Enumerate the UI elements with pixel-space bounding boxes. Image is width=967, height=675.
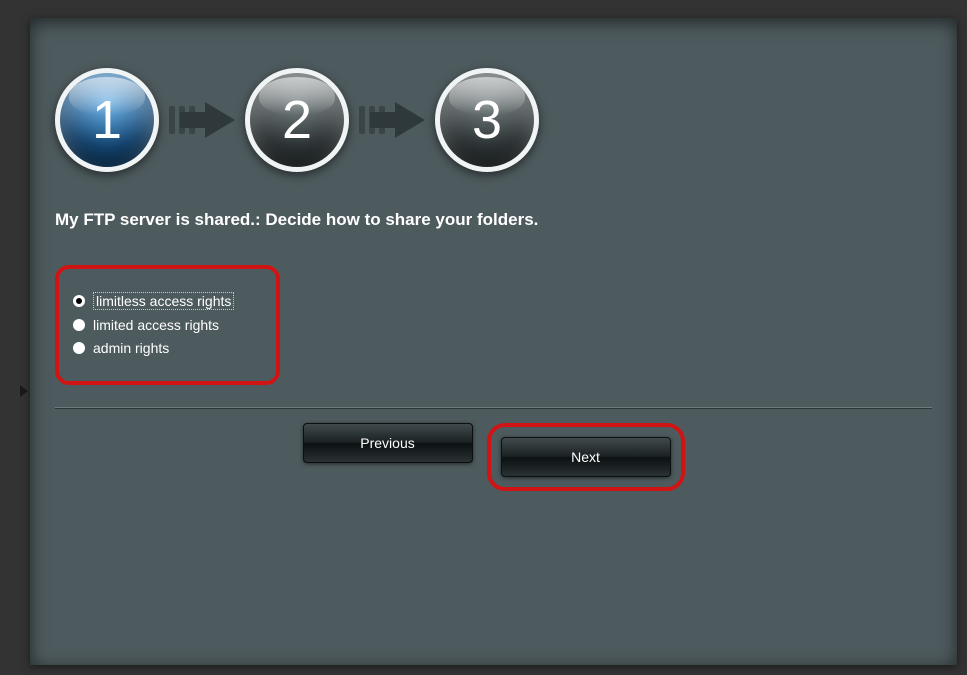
- radio-limited-label: limited access rights: [93, 317, 219, 333]
- radio-limitless-label: limitless access rights: [93, 292, 234, 310]
- radio-admin-label: admin rights: [93, 340, 169, 356]
- radio-limited[interactable]: limited access rights: [73, 317, 268, 333]
- previous-button[interactable]: Previous: [303, 423, 473, 463]
- step-2-number: 2: [282, 89, 312, 151]
- arrow-right-icon: [205, 102, 235, 138]
- radio-selected-icon: [73, 295, 85, 307]
- wizard-panel: 1 2 3 My FTP server is shared.: Decide h…: [30, 18, 957, 665]
- step-2-icon: 2: [245, 68, 349, 172]
- arrow-right-icon: [395, 102, 425, 138]
- nav-button-row: Previous Next: [55, 423, 932, 491]
- step-1-icon: 1: [55, 68, 159, 172]
- caret-icon: [20, 385, 28, 397]
- divider: [55, 407, 932, 409]
- radio-admin[interactable]: admin rights: [73, 340, 268, 356]
- app-window: 1 2 3 My FTP server is shared.: Decide h…: [0, 0, 967, 675]
- step-3-number: 3: [472, 89, 502, 151]
- step-indicator: 1 2 3: [55, 68, 932, 172]
- step-3-icon: 3: [435, 68, 539, 172]
- page-title: My FTP server is shared.: Decide how to …: [55, 210, 932, 230]
- next-button[interactable]: Next: [501, 437, 671, 477]
- radio-limitless[interactable]: limitless access rights: [73, 292, 268, 310]
- next-button-highlight: Next: [487, 423, 685, 491]
- radio-unselected-icon: [73, 319, 85, 331]
- step-1-number: 1: [92, 89, 122, 151]
- radio-unselected-icon: [73, 342, 85, 354]
- access-rights-group: limitless access rights limited access r…: [55, 265, 280, 385]
